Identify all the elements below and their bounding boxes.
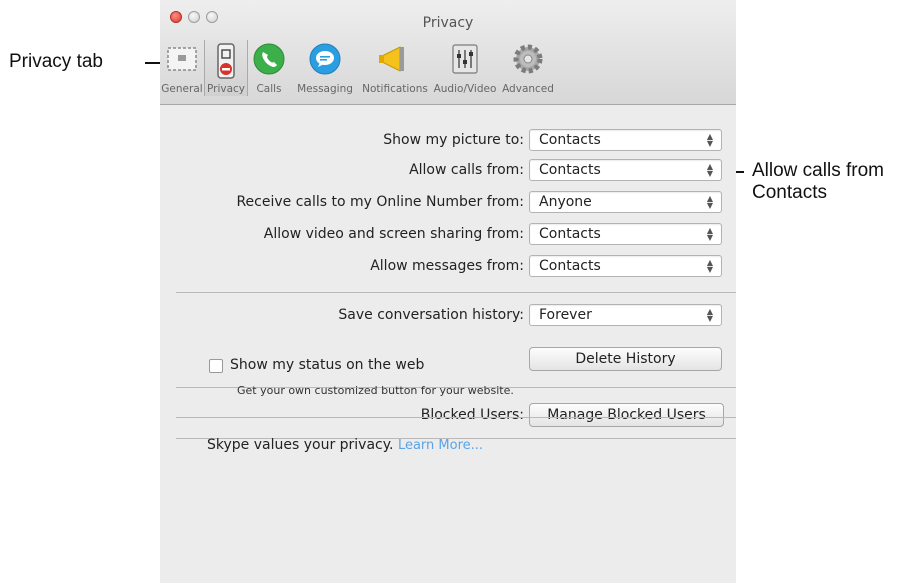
history-select[interactable]: Forever ▲ ▼ (529, 304, 722, 326)
show-status-web-checkbox[interactable] (209, 359, 223, 373)
chevron-updown-icon: ▲ ▼ (706, 226, 713, 242)
chevron-updown-icon: ▲ ▼ (706, 132, 713, 148)
privacy-note-text: Skype values your privacy. (207, 437, 394, 453)
privacy-window: Privacy General Privacy Calls Messaging … (160, 0, 736, 583)
show-status-web-label: Show my status on the web (230, 357, 425, 373)
audio-video-icon (452, 44, 478, 74)
blocked-users-label: Blocked Users: (420, 407, 524, 423)
chevron-updown-icon: ▲ ▼ (706, 194, 713, 210)
messaging-icon (309, 43, 341, 75)
online-number-label: Receive calls to my Online Number from: (236, 194, 524, 210)
privacy-settings-panel: Show my picture to: Contacts ▲ ▼ Allow ca… (160, 105, 736, 583)
tab-advanced-label: Advanced (502, 83, 554, 95)
title-bar: Privacy General Privacy Calls Messaging … (160, 0, 736, 105)
tab-advanced[interactable]: Advanced (498, 40, 558, 96)
tab-audio-video-label: Audio/Video (433, 83, 497, 95)
video-sharing-value: Contacts (539, 226, 601, 242)
allow-calls-value: Contacts (539, 162, 601, 178)
advanced-icon (513, 44, 543, 74)
manage-blocked-users-button[interactable]: Manage Blocked Users (529, 403, 724, 427)
learn-more-link[interactable]: Learn More... (398, 438, 483, 453)
tab-calls-label: Calls (256, 83, 282, 95)
chevron-updown-icon: ▲ ▼ (706, 162, 713, 178)
tab-privacy-label: Privacy (206, 83, 246, 95)
delete-history-button[interactable]: Delete History (529, 347, 722, 371)
messages-value: Contacts (539, 258, 601, 274)
tab-notifications[interactable]: Notifications (358, 40, 432, 96)
tab-notifications-label: Notifications (362, 83, 428, 95)
online-number-value: Anyone (539, 194, 592, 210)
callout-privacy-tab: Privacy tab (9, 51, 103, 72)
show-picture-value: Contacts (539, 132, 601, 148)
separator (176, 292, 736, 293)
callout-allow-calls-line2: Contacts (752, 182, 827, 203)
video-sharing-label: Allow video and screen sharing from: (263, 226, 524, 242)
separator (176, 417, 736, 418)
history-value: Forever (539, 307, 592, 323)
history-label: Save conversation history: (338, 307, 524, 323)
tab-messaging[interactable]: Messaging (292, 40, 358, 96)
tab-general-label: General (161, 83, 203, 95)
tab-audio-video[interactable]: Audio/Video (432, 40, 498, 96)
messages-label: Allow messages from: (370, 258, 524, 274)
window-title: Privacy (422, 15, 474, 31)
show-picture-select[interactable]: Contacts ▲ ▼ (529, 129, 722, 151)
allow-calls-label: Allow calls from: (409, 162, 524, 178)
privacy-icon (217, 43, 235, 79)
tab-general[interactable]: General (160, 40, 204, 96)
tab-calls[interactable]: Calls (246, 40, 292, 96)
calls-icon (253, 43, 285, 75)
tab-messaging-label: Messaging (297, 83, 353, 95)
callout-allow-calls: Allow calls from Contacts (752, 160, 884, 204)
video-sharing-select[interactable]: Contacts ▲ ▼ (529, 223, 722, 245)
allow-calls-select[interactable]: Contacts ▲ ▼ (529, 159, 722, 181)
messages-select[interactable]: Contacts ▲ ▼ (529, 255, 722, 277)
tab-privacy[interactable]: Privacy (204, 40, 248, 96)
show-status-web-description: Get your own customized button for your … (237, 384, 514, 397)
privacy-note: Skype values your privacy. Learn More... (207, 437, 483, 453)
notifications-icon (379, 46, 404, 72)
general-icon (167, 47, 197, 71)
online-number-select[interactable]: Anyone ▲ ▼ (529, 191, 722, 213)
chevron-updown-icon: ▲ ▼ (706, 307, 713, 323)
show-picture-label: Show my picture to: (383, 132, 524, 148)
callout-allow-calls-line1: Allow calls from (752, 160, 884, 181)
chevron-updown-icon: ▲ ▼ (706, 258, 713, 274)
